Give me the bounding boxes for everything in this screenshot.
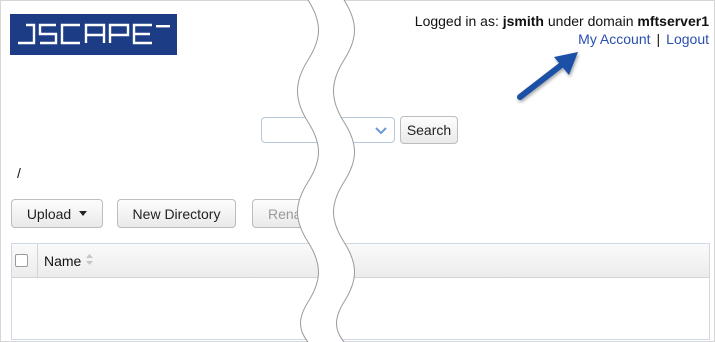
jscape-logo[interactable] <box>10 14 177 55</box>
domain-name: mftserver1 <box>637 13 709 29</box>
annotation-arrow-icon <box>517 52 578 100</box>
search-button[interactable]: Search <box>400 116 458 144</box>
search-input[interactable] <box>262 118 374 142</box>
username: jsmith <box>502 13 544 29</box>
login-status: Logged in as: jsmith under domain mftser… <box>415 13 709 29</box>
search-field[interactable] <box>261 117 395 143</box>
new-directory-button[interactable]: New Directory <box>117 199 236 228</box>
column-header-name[interactable]: Name <box>44 253 81 269</box>
current-path: / <box>17 165 21 181</box>
domain-prefix: under domain <box>547 13 634 29</box>
rename-button[interactable]: Renam <box>252 199 332 228</box>
select-all-checkbox[interactable] <box>15 254 28 267</box>
link-separator: | <box>656 31 661 47</box>
logout-link[interactable]: Logout <box>666 31 709 47</box>
sort-icon[interactable] <box>85 253 94 266</box>
file-table: Name <box>11 243 710 340</box>
chevron-down-icon[interactable] <box>374 124 388 138</box>
upload-label: Upload <box>26 205 72 222</box>
table-header: Name <box>12 244 709 278</box>
my-account-link[interactable]: My Account <box>578 31 650 47</box>
logged-in-prefix: Logged in as: <box>414 13 499 29</box>
jscape-logo-mark <box>18 23 170 45</box>
upload-button[interactable]: Upload <box>11 199 103 228</box>
caret-down-icon <box>79 211 88 216</box>
column-divider <box>37 244 38 277</box>
account-links: My Account | Logout <box>578 31 709 47</box>
